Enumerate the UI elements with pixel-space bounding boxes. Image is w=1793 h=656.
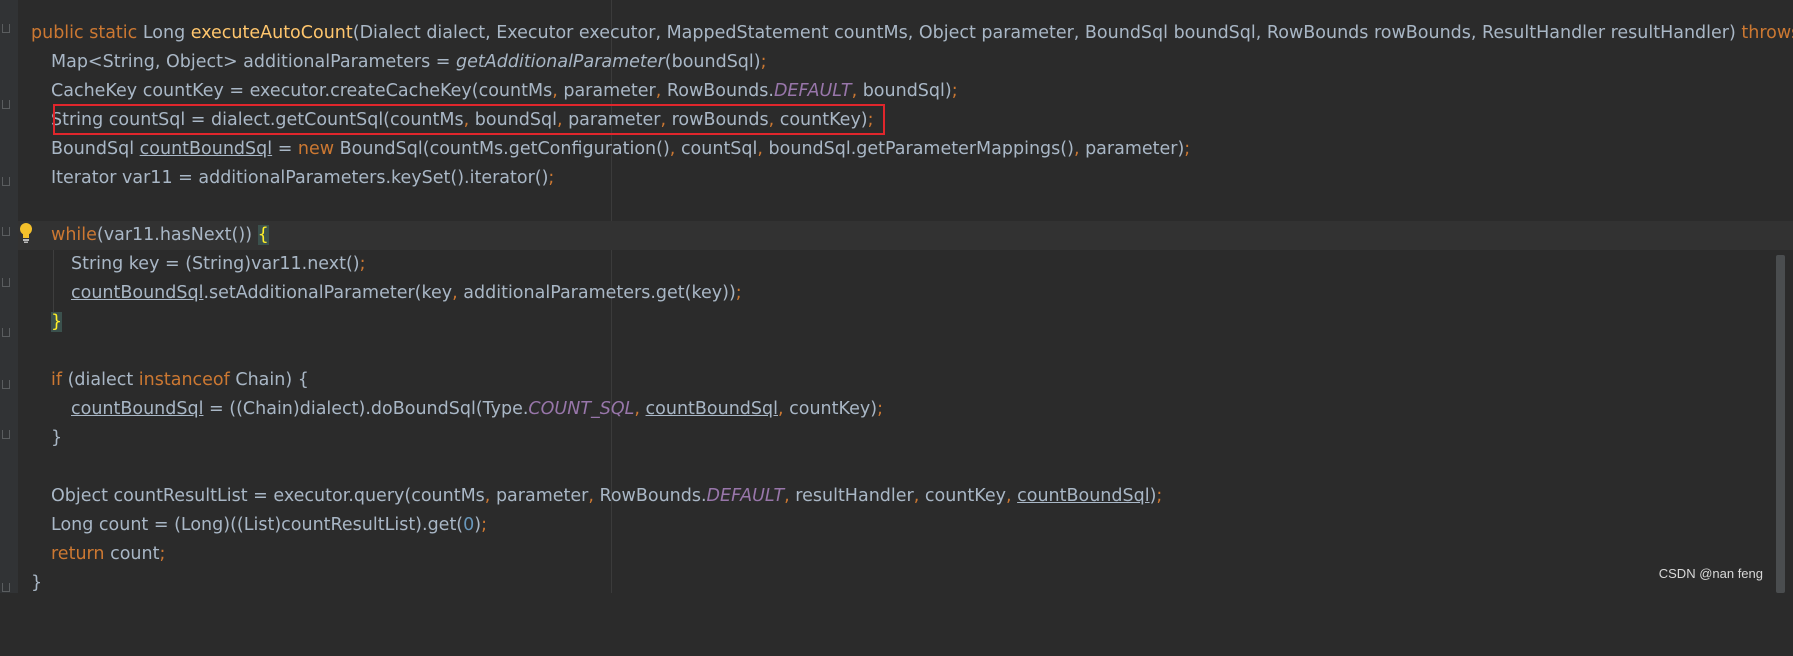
code-line[interactable]: return count;	[18, 540, 1793, 569]
fold-icon[interactable]	[2, 177, 10, 186]
editor-gutter	[0, 0, 18, 593]
code-line[interactable]: if (dialect instanceof Chain) {	[18, 366, 1793, 395]
fold-icon[interactable]	[2, 380, 10, 389]
fold-icon[interactable]	[2, 100, 10, 109]
lightbulb-icon[interactable]	[18, 222, 34, 244]
fold-icon[interactable]	[2, 583, 10, 592]
code-line[interactable]: }	[18, 308, 1793, 337]
code-editor[interactable]: public static Long executeAutoCount(Dial…	[18, 0, 1793, 593]
code-line[interactable]: Object countResultList = executor.query(…	[18, 482, 1793, 511]
vertical-scrollbar[interactable]	[1776, 255, 1785, 593]
code-line[interactable]: countBoundSql = ((Chain)dialect).doBound…	[18, 395, 1793, 424]
watermark: CSDN @nan feng	[1658, 566, 1763, 581]
fold-icon[interactable]	[2, 24, 10, 33]
fold-icon[interactable]	[2, 227, 10, 236]
code-line[interactable]: while(var11.hasNext()) {	[18, 221, 1793, 250]
code-line[interactable]: Iterator var11 = additionalParameters.ke…	[18, 164, 1793, 193]
code-line[interactable]: String key = (String)var11.next();	[18, 250, 1793, 279]
code-line[interactable]: BoundSql countBoundSql = new BoundSql(co…	[18, 135, 1793, 164]
fold-icon[interactable]	[2, 328, 10, 337]
code-line[interactable]: CacheKey countKey = executor.createCache…	[18, 77, 1793, 106]
code-line[interactable]: countBoundSql.setAdditionalParameter(key…	[18, 279, 1793, 308]
code-line[interactable]: Long count = (Long)((List)countResultLis…	[18, 511, 1793, 540]
fold-icon[interactable]	[2, 430, 10, 439]
code-line[interactable]: }	[18, 424, 1793, 453]
fold-icon[interactable]	[2, 278, 10, 287]
code-line[interactable]: Map<String, Object> additionalParameters…	[18, 48, 1793, 77]
highlight-box	[53, 104, 885, 135]
code-line[interactable]: }	[18, 569, 1793, 598]
code-line[interactable]: public static Long executeAutoCount(Dial…	[18, 19, 1793, 48]
